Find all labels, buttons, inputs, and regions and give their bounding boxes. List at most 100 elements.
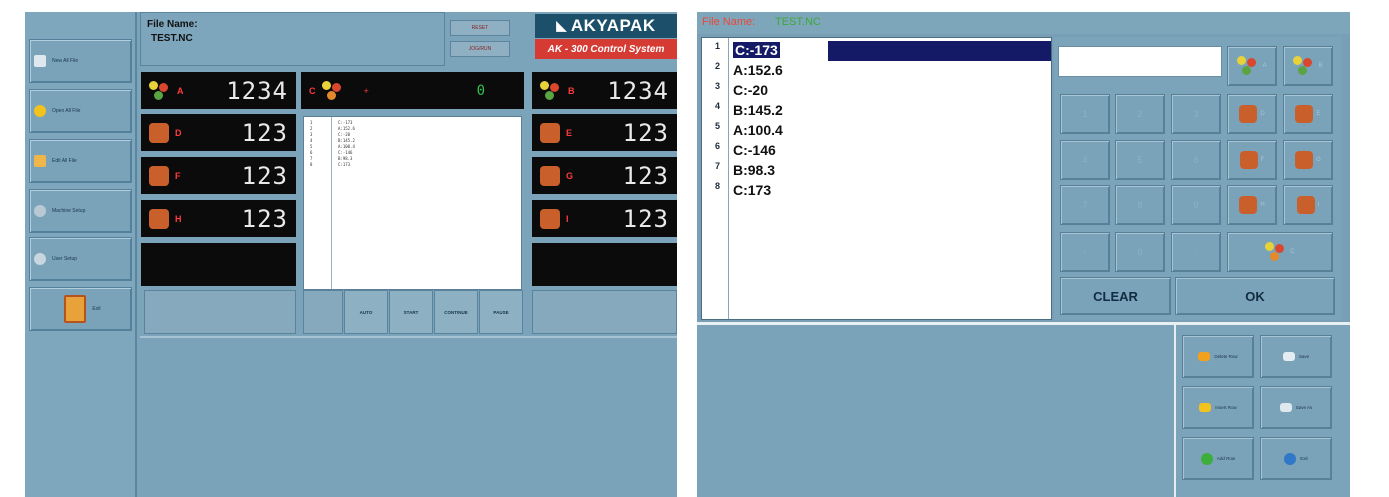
key-label: E (1316, 111, 1321, 117)
minus-key[interactable]: - (1060, 232, 1110, 272)
multi-axis-icon (1293, 56, 1315, 76)
code-line[interactable]: C:-20 (733, 82, 768, 98)
add-row-button[interactable]: Add Row (1182, 437, 1254, 480)
insert-row-button[interactable]: Insert Row (1182, 386, 1254, 429)
program-line: A:100.4 (338, 144, 355, 149)
arm-bend-icon (1239, 105, 1258, 123)
program-line: C:-20 (338, 132, 351, 137)
reset-button[interactable]: RESET (450, 20, 510, 36)
key-label: G (1316, 157, 1321, 163)
brand-model: AK - 300 Control System (535, 39, 677, 59)
code-line-selected[interactable]: C:-173 (733, 42, 780, 58)
key-label: C (1290, 249, 1295, 255)
digit-key-9[interactable]: 9 (1171, 185, 1221, 225)
axis-key-e[interactable]: E (1283, 94, 1333, 134)
digit-key-0[interactable]: 0 (1115, 232, 1165, 272)
sidebar-item-edit-file[interactable]: Edit All File (29, 139, 132, 183)
line-number: 6 (715, 141, 721, 151)
delete-row-button[interactable]: Delete Row (1182, 335, 1254, 378)
axis-key-h[interactable]: H (1227, 185, 1277, 225)
axis-display-d: D 123 (141, 114, 296, 151)
save-as-button[interactable]: Save As (1260, 386, 1332, 429)
arm-bend-icon (540, 208, 560, 229)
arm-bend-icon (149, 165, 169, 186)
empty-display (141, 243, 296, 286)
sidebar-item-new-file[interactable]: New All File (29, 39, 132, 83)
code-line[interactable]: C:-146 (733, 142, 776, 158)
user-setup-icon (34, 253, 46, 265)
machine-setup-icon (34, 205, 46, 217)
axis-key-g[interactable]: G (1283, 140, 1333, 180)
sidebar-item-open-file[interactable]: Open All File (29, 89, 132, 133)
file-name-value: TEST.NC (775, 16, 821, 28)
line-number: 4 (715, 101, 721, 111)
axis-letter: F (175, 170, 181, 181)
action-label: Save (1298, 354, 1310, 359)
action-label: Delete Row (1214, 354, 1238, 359)
digit-key-7[interactable]: 7 (1060, 185, 1110, 225)
code-line[interactable]: A:100.4 (733, 122, 783, 138)
axis-key-c[interactable]: C (1227, 232, 1333, 272)
digit-key-1[interactable]: 1 (1060, 94, 1110, 134)
empty-display (532, 243, 677, 286)
line-number: 5 (715, 121, 721, 131)
axis-key-i[interactable]: I (1283, 185, 1333, 225)
editor-title-bar: File Name: TEST.NC (697, 12, 1350, 34)
program-preview: 1 C:-173 2 A:152.6 3 C:-20 4 B:145.2 5 A… (303, 116, 522, 290)
line-number: 1 (715, 41, 721, 51)
continue-button[interactable]: CONTINUE (434, 290, 478, 334)
line-number: 7 (715, 161, 721, 171)
axis-key-b[interactable]: B (1283, 46, 1333, 86)
axis-key-a[interactable]: A (1227, 46, 1277, 86)
axis-key-d[interactable]: D (1227, 94, 1277, 134)
exit-button[interactable]: Exit (1260, 437, 1332, 480)
file-name-value: TEST.NC (151, 33, 193, 44)
save-button[interactable]: Save (1260, 335, 1332, 378)
clear-button[interactable]: CLEAR (1060, 277, 1171, 315)
edit-file-icon (34, 155, 46, 167)
key-label: A (1262, 63, 1267, 69)
brand-name: AKYAPAK (570, 16, 656, 35)
axis-value: 123 (241, 161, 288, 190)
value-input[interactable] (1058, 46, 1222, 77)
sidebar-item-user-setup[interactable]: User Setup (29, 237, 132, 281)
decimal-key[interactable]: . (1171, 232, 1221, 272)
line-number: 3 (715, 81, 721, 91)
digit-key-4[interactable]: 4 (1060, 140, 1110, 180)
digit-key-6[interactable]: 6 (1171, 140, 1221, 180)
arm-bend-icon (1296, 196, 1315, 214)
action-label: Exit (1300, 456, 1308, 461)
message-area (697, 325, 1174, 497)
sidebar-item-label: Exit (92, 306, 101, 312)
start-button[interactable]: START (389, 290, 433, 334)
digit-key-8[interactable]: 8 (1115, 185, 1165, 225)
pause-button[interactable]: PAUSE (479, 290, 523, 334)
open-file-icon (34, 105, 46, 117)
digit-key-5[interactable]: 5 (1115, 140, 1165, 180)
ok-button[interactable]: OK (1175, 277, 1335, 315)
sidebar-item-exit[interactable]: Exit (29, 287, 132, 331)
axis-display-f: F 123 (141, 157, 296, 194)
action-label: Add Row (1216, 456, 1236, 461)
code-line[interactable]: C:173 (733, 182, 771, 198)
key-label: I (1317, 202, 1320, 208)
digit-key-2[interactable]: 2 (1115, 94, 1165, 134)
line-number: 8 (715, 181, 721, 191)
action-panel: Delete Row Save Insert Row Save As Add R… (1174, 325, 1350, 497)
axis-letter: I (566, 213, 569, 224)
axis-key-f[interactable]: F (1227, 140, 1277, 180)
program-editor[interactable]: 1 C:-173 2 A:152.6 3 C:-20 4 B:145.2 5 A… (701, 37, 1052, 320)
code-line[interactable]: B:145.2 (733, 102, 783, 118)
digit-key-3[interactable]: 3 (1171, 94, 1221, 134)
multi-axis-icon (1265, 242, 1287, 262)
jog-mode-button[interactable]: JOG/RUN (450, 41, 510, 57)
code-line[interactable]: A:152.6 (733, 62, 783, 78)
multi-axis-icon (540, 80, 562, 101)
code-line[interactable]: B:98.3 (733, 162, 775, 178)
sidebar-item-machine-setup[interactable]: Machine Setup (29, 189, 132, 233)
axis-letter: D (175, 127, 182, 138)
exit-door-icon (64, 295, 87, 323)
axis-display-e: E 123 (532, 114, 677, 151)
auto-button[interactable]: AUTO (344, 290, 388, 334)
axis-letter: B (568, 85, 575, 96)
